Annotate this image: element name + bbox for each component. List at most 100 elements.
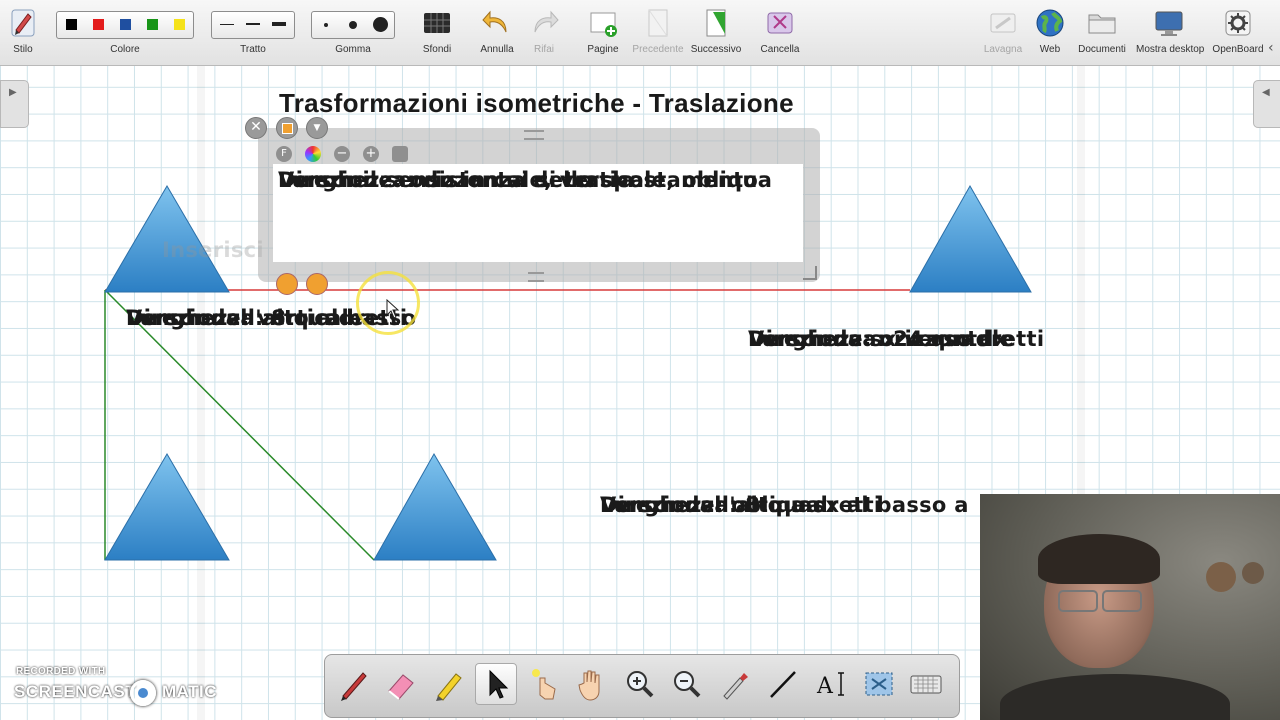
color-green-swatch[interactable] (147, 19, 158, 30)
align-left-icon[interactable] (276, 273, 298, 295)
marker-tool[interactable] (428, 663, 470, 705)
eraser-tool[interactable] (380, 663, 422, 705)
oblique-text-line: Verso: dall'alto a sx al basso a (600, 493, 969, 517)
desktop-icon (1155, 11, 1183, 36)
screencast-logo-icon (130, 680, 156, 706)
openboard-button[interactable]: OpenBoard (1210, 4, 1266, 62)
lavagna-label: Lavagna (983, 44, 1023, 55)
screen-capture-icon (865, 672, 893, 696)
tratto-label: Tratto (240, 44, 266, 55)
highlighter-icon (436, 673, 462, 701)
webcam-overlay (980, 494, 1280, 720)
triangle-horizontal-translated[interactable] (909, 184, 1032, 293)
openboard-label: OpenBoard (1212, 44, 1264, 55)
close-icon[interactable]: ✕ (245, 117, 267, 139)
cancella-button[interactable]: Cancella (757, 4, 803, 62)
bottom-resize-handle[interactable] (528, 272, 544, 282)
zoom-in-tool[interactable] (619, 663, 661, 705)
color-wheel-icon[interactable] (305, 146, 321, 162)
page-title[interactable]: Trasformazioni isometriche - Traslazione (279, 88, 794, 119)
line-tool[interactable] (762, 663, 804, 705)
color-palette (56, 11, 194, 39)
mostra-desktop-button[interactable]: Mostra desktop (1136, 4, 1204, 62)
stroke-thin-option[interactable] (220, 24, 234, 25)
gear-icon (1225, 10, 1251, 36)
align-icon[interactable] (392, 146, 408, 162)
text-tool[interactable]: A (810, 663, 852, 705)
sfondi-button[interactable]: Sfondi (416, 4, 458, 62)
previous-page-icon (648, 9, 668, 37)
redo-icon (534, 10, 559, 33)
next-page-icon (706, 9, 726, 37)
decrease-font-icon[interactable]: − (334, 146, 350, 162)
sfondi-label: Sfondi (422, 44, 452, 55)
rifai-button[interactable]: Rifai (523, 4, 565, 62)
color-black-swatch[interactable] (66, 19, 77, 30)
line-icon (770, 671, 796, 698)
color-red-swatch[interactable] (93, 19, 104, 30)
align-right-icon[interactable] (306, 273, 328, 295)
glasses (1058, 590, 1098, 612)
eraser-medium-option[interactable] (349, 21, 357, 29)
documenti-label: Documenti (1078, 44, 1126, 55)
triangle-oblique-translated[interactable] (373, 452, 497, 561)
pagine-button[interactable]: Pagine (582, 4, 624, 62)
capture-tool[interactable] (858, 663, 900, 705)
background-grid-icon (424, 13, 450, 33)
undo-icon (482, 10, 507, 33)
stilo-button[interactable]: Stilo (2, 4, 44, 62)
zoom-out-tool[interactable] (666, 663, 708, 705)
overflow-arrow-icon[interactable]: ‹ (1268, 40, 1274, 56)
glasses (1102, 590, 1142, 612)
presenter-hair (1038, 534, 1160, 584)
top-resize-handle[interactable] (524, 130, 544, 140)
text-editor-frame[interactable]: F − + (258, 128, 820, 282)
lavagna-button[interactable]: Lavagna (981, 4, 1025, 62)
pen-icon (341, 672, 367, 701)
menu-dropdown-icon[interactable]: ▼ (306, 117, 328, 139)
triangle-vertical-translated[interactable] (104, 453, 230, 561)
color-yellow-swatch[interactable] (174, 19, 185, 30)
stroke-thick-option[interactable] (272, 22, 286, 26)
pen-tool[interactable] (333, 663, 375, 705)
resize-corner-handle[interactable] (803, 266, 817, 280)
cancella-label: Cancella (760, 44, 800, 55)
rifai-label: Rifai (533, 44, 554, 55)
arrow-cursor-icon (489, 669, 509, 699)
keyboard-icon (910, 675, 942, 694)
eraser-large-option[interactable] (373, 17, 388, 32)
stroke-selector (211, 11, 295, 39)
precedente-button[interactable]: Precedente (632, 4, 684, 62)
horizontal-text-line: Verso: da sx verso dx (748, 327, 1008, 351)
increase-font-icon[interactable]: + (363, 146, 379, 162)
eraser-small-option[interactable] (324, 23, 328, 27)
colore-label: Colore (110, 44, 140, 55)
clear-page-icon (767, 12, 793, 34)
duplicate-icon[interactable] (276, 117, 298, 139)
eraser-icon (388, 674, 414, 700)
laser-pointer-tool[interactable] (523, 663, 565, 705)
board-icon (990, 13, 1016, 33)
pointer-tool[interactable] (475, 663, 517, 705)
pagine-label: Pagine (587, 44, 619, 55)
screencast-watermark: RECORDED WITH SCREENCAST MATIC (14, 664, 234, 714)
stylus-icon (11, 9, 35, 37)
successivo-label: Successivo (690, 44, 742, 55)
color-blue-swatch[interactable] (120, 19, 131, 30)
brand-left-label: SCREENCAST (14, 682, 137, 701)
documenti-button[interactable]: Documenti (1076, 4, 1128, 62)
textbox-line: Verso: il senso in cui si trasla (278, 168, 635, 192)
pipette-icon (723, 673, 748, 700)
web-button[interactable]: Web (1030, 4, 1070, 62)
hand-tool[interactable] (571, 663, 613, 705)
keyboard-tool[interactable] (905, 663, 947, 705)
pipette-tool[interactable] (714, 663, 756, 705)
stroke-medium-option[interactable] (246, 23, 260, 25)
text-icon: A (816, 672, 844, 699)
annulla-button[interactable]: Annulla (476, 4, 518, 62)
successivo-button[interactable]: Successivo (690, 4, 742, 62)
folder-icon (1088, 14, 1116, 34)
stilo-label: Stilo (13, 44, 33, 55)
annulla-label: Annulla (480, 44, 514, 55)
font-icon[interactable]: F (276, 146, 292, 162)
